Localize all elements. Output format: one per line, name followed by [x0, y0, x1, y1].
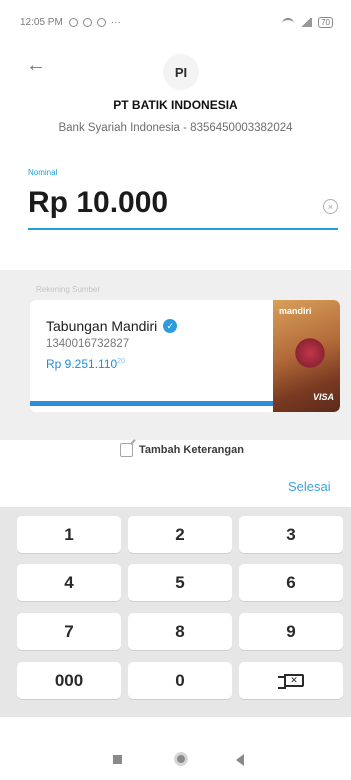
- more-notifications-icon: ···: [110, 16, 121, 28]
- card-flower-art: [293, 336, 327, 370]
- amount-input[interactable]: Rp 10.000: [28, 186, 168, 220]
- key-7[interactable]: 7: [17, 613, 121, 650]
- key-1[interactable]: 1: [17, 516, 121, 553]
- system-navigation-bar: [0, 735, 351, 780]
- key-4[interactable]: 4: [17, 564, 121, 601]
- battery-icon: 70: [318, 16, 333, 28]
- amount-label: Nominal: [28, 168, 58, 177]
- visa-logo: VISA: [312, 392, 334, 402]
- account-number: 1340016732827: [46, 338, 130, 350]
- settings-icon: [68, 17, 78, 27]
- clear-amount-button[interactable]: ×: [323, 199, 338, 214]
- source-account-card[interactable]: Tabungan Mandiri ✓ 1340016732827 Rp 9.25…: [30, 300, 340, 412]
- alarm-icon: [82, 17, 92, 27]
- account-balance: Rp 9.251.11020: [46, 357, 125, 371]
- signal-icon: [300, 17, 313, 27]
- status-left: 12:05 PM ···: [20, 17, 121, 28]
- edit-note-icon: [120, 443, 133, 457]
- key-0[interactable]: 0: [128, 662, 232, 699]
- source-account-label: Rekening Sumber: [36, 285, 101, 294]
- nav-back-icon[interactable]: [236, 754, 244, 766]
- add-note-button[interactable]: Tambah Keterangan: [120, 443, 244, 457]
- status-right: 70: [282, 16, 333, 28]
- account-name: Tabungan Mandiri: [46, 318, 158, 334]
- status-bar: 12:05 PM ··· 70: [0, 0, 351, 44]
- debit-card-image: mandiri VISA: [273, 300, 340, 412]
- card-brand-logo: mandiri: [279, 306, 312, 316]
- key-000[interactable]: 000: [17, 662, 121, 699]
- amount-underline: [28, 228, 338, 230]
- account-balance-cents: 20: [117, 358, 125, 365]
- status-icons: ···: [68, 16, 121, 28]
- add-note-label: Tambah Keterangan: [139, 444, 244, 456]
- recipient-name: PT BATIK INDONESIA: [113, 98, 238, 112]
- recent-apps-icon[interactable]: [113, 755, 122, 764]
- key-3[interactable]: 3: [239, 516, 343, 553]
- key-8[interactable]: 8: [128, 613, 232, 650]
- status-time: 12:05 PM: [20, 16, 63, 28]
- key-2[interactable]: 2: [128, 516, 232, 553]
- back-arrow-icon[interactable]: ←: [26, 54, 46, 77]
- close-icon: ×: [327, 201, 334, 212]
- key-9[interactable]: 9: [239, 613, 343, 650]
- sync-icon: [96, 17, 106, 27]
- done-button[interactable]: Selesai: [288, 479, 331, 494]
- key-backspace[interactable]: ✕: [239, 662, 343, 699]
- avatar: PI: [163, 54, 199, 90]
- account-name-row: Tabungan Mandiri ✓: [46, 318, 178, 334]
- account-balance-value: Rp 9.251.110: [46, 357, 118, 371]
- key-6[interactable]: 6: [239, 564, 343, 601]
- verified-check-icon: ✓: [163, 319, 178, 333]
- card-selection-indicator: [30, 401, 278, 406]
- wifi-icon: [282, 17, 295, 27]
- backspace-icon: ✕: [278, 674, 304, 689]
- home-icon[interactable]: [174, 752, 188, 766]
- recipient-bank-account: Bank Syariah Indonesia - 835645000338202…: [58, 122, 293, 134]
- key-5[interactable]: 5: [128, 564, 232, 601]
